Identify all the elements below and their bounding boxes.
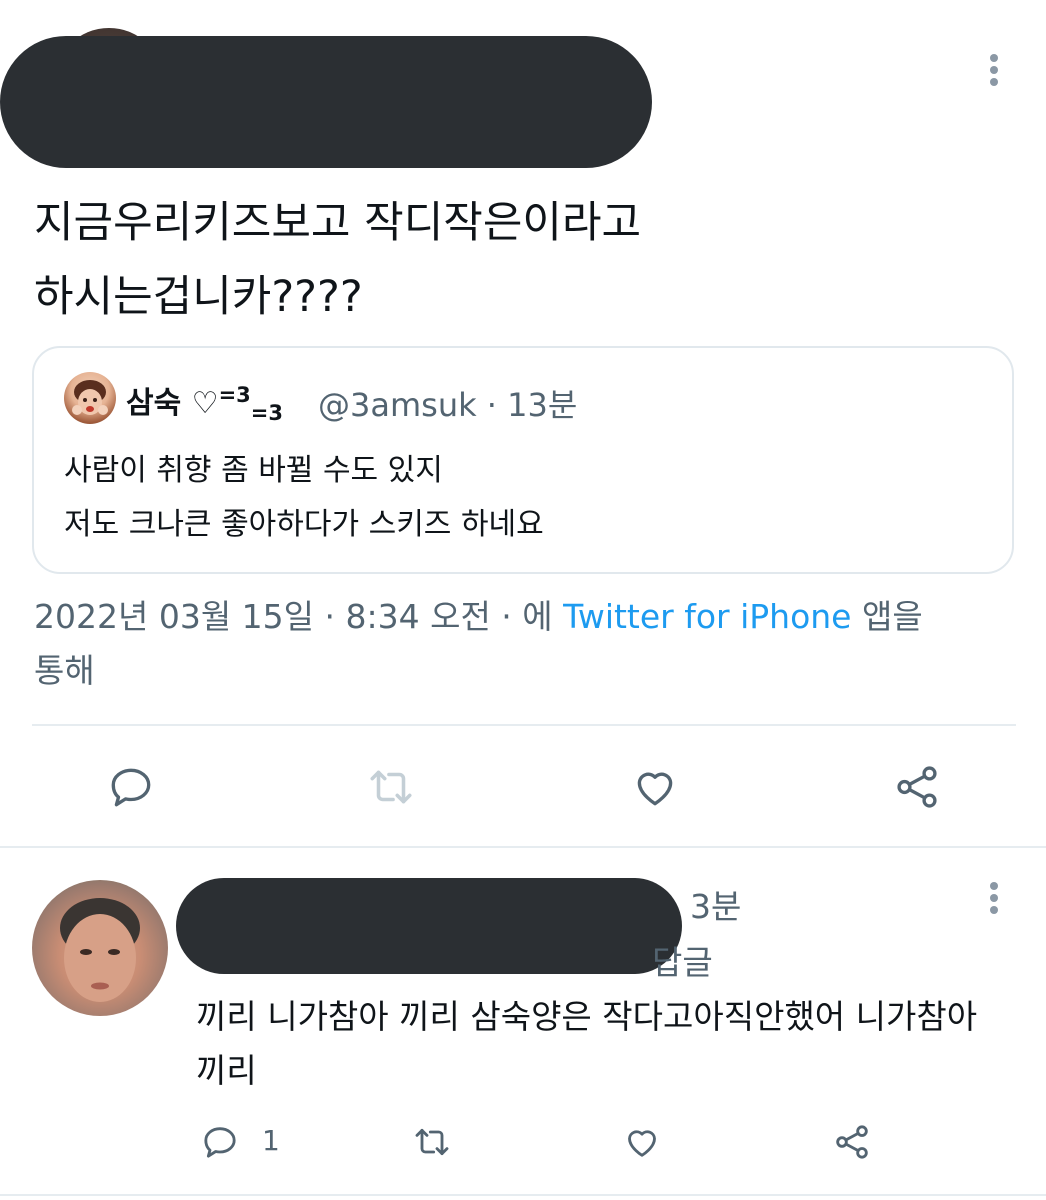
tweet-text-line: 하시는겁니카???? bbox=[34, 272, 363, 322]
quoted-tweet-text: 사람이 취향 좀 바뀔 수도 있지 저도 크나큰 좋아하다가 스키즈 하네요 bbox=[64, 444, 544, 552]
reply-text-line: 끼리 bbox=[196, 1051, 257, 1090]
heart-emoji: ♡ bbox=[191, 386, 219, 421]
reply-icon[interactable] bbox=[200, 1122, 240, 1162]
quoted-author-avatar bbox=[64, 372, 116, 424]
meta-line: 2022년 03월 15일 · 8:34 오전 · 에 Twitter for … bbox=[34, 590, 1014, 644]
more-options-icon[interactable] bbox=[984, 50, 1004, 90]
redacted-reply-author-info bbox=[176, 878, 682, 974]
reply-text-line: 끼리 니가참아 끼리 삼숙양은 작다고아직안했어 니가참아 bbox=[196, 997, 978, 1036]
reply-count: 1 bbox=[262, 1124, 280, 1157]
name-subscript: =3 bbox=[250, 401, 283, 425]
share-icon[interactable] bbox=[832, 1122, 872, 1162]
quoted-author-name: 삼숙 ♡=3=3 bbox=[126, 378, 283, 425]
retweet-icon[interactable] bbox=[412, 1122, 452, 1162]
reply-author-avatar[interactable] bbox=[32, 880, 168, 1016]
tweet-text: 지금우리키즈보고 작디작은이라고 하시는겁니카???? bbox=[34, 186, 1014, 334]
quoted-text-line: 저도 크나큰 좋아하다가 스키즈 하네요 bbox=[64, 507, 544, 542]
name-superscript: =3 bbox=[218, 383, 251, 407]
quoted-handle-time: @3amsuk · 13분 bbox=[318, 386, 578, 424]
reply-icon[interactable] bbox=[106, 762, 156, 812]
quoted-author-name-text: 삼숙 bbox=[126, 386, 182, 421]
divider bbox=[0, 1194, 1046, 1196]
replying-to-label: 답글 bbox=[652, 943, 713, 982]
meta-suffix-line2: 통해 bbox=[34, 651, 95, 690]
meta-suffix: 앱을 bbox=[862, 597, 923, 636]
share-icon[interactable] bbox=[892, 762, 942, 812]
divider bbox=[32, 724, 1016, 726]
divider bbox=[0, 846, 1046, 848]
tweet-metadata: 2022년 03월 15일 · 8:34 오전 · 에 Twitter for … bbox=[34, 590, 1014, 698]
tweet-text-line: 지금우리키즈보고 작디작은이라고 bbox=[34, 198, 642, 248]
tweet-timestamp: 2022년 03월 15일 · 8:34 오전 · 에 bbox=[34, 597, 553, 636]
like-icon[interactable] bbox=[622, 1122, 662, 1162]
redacted-author-info bbox=[0, 36, 652, 168]
like-icon[interactable] bbox=[630, 762, 680, 812]
more-options-icon[interactable] bbox=[984, 878, 1004, 918]
reply-time: 3분 bbox=[690, 887, 742, 926]
reply-text: 끼리 니가참아 끼리 삼숙양은 작다고아직안했어 니가참아 끼리 bbox=[196, 990, 1016, 1098]
source-link[interactable]: Twitter for iPhone bbox=[563, 597, 851, 636]
quoted-text-line: 사람이 취향 좀 바뀔 수도 있지 bbox=[64, 453, 443, 488]
retweet-icon[interactable] bbox=[366, 762, 416, 812]
